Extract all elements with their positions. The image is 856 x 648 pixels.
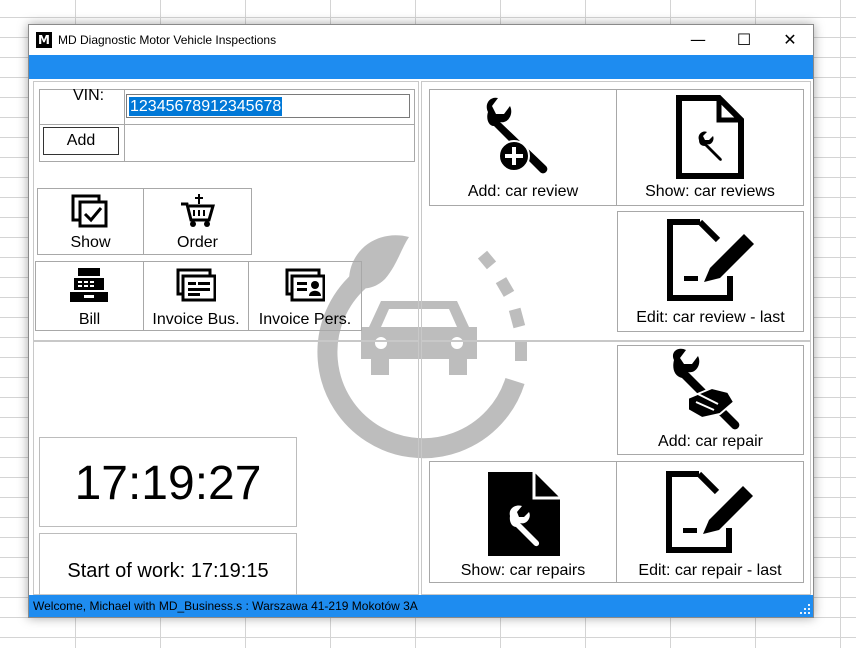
cash-register-icon	[70, 268, 108, 302]
invoice-person-icon	[285, 268, 325, 302]
document-edit-icon	[667, 219, 754, 301]
minimize-button[interactable]: —	[675, 25, 721, 55]
edit-car-repair-last-button[interactable]: Edit: car repair - last	[616, 461, 804, 583]
wrench-plus-icon	[486, 97, 548, 174]
invoice-person-button[interactable]: Invoice Pers.	[248, 261, 362, 331]
edit-car-review-last-label: Edit: car review - last	[636, 309, 785, 326]
app-window: M MD Diagnostic Motor Vehicle Inspection…	[28, 24, 814, 618]
add-car-repair-button[interactable]: Add: car repair	[617, 345, 804, 455]
start-of-work-text: Start of work: 17:19:15	[67, 560, 269, 582]
document-edit-icon	[666, 471, 753, 553]
add-vin-button[interactable]: Add	[43, 127, 119, 155]
wrench-hand-icon	[672, 348, 740, 430]
document-wrench-filled-icon	[488, 472, 560, 556]
show-car-repairs-label: Show: car repairs	[460, 562, 586, 579]
add-car-review-label: Add: car review	[467, 183, 579, 200]
invoice-person-label: Invoice Pers.	[258, 311, 352, 328]
edit-car-review-last-button[interactable]: Edit: car review - last	[617, 211, 804, 332]
show-car-reviews-button[interactable]: Show: car reviews	[616, 89, 804, 206]
maximize-button[interactable]: ☐	[721, 25, 767, 55]
invoice-business-button[interactable]: Invoice Bus.	[143, 261, 249, 331]
app-logo-icon: M	[36, 32, 52, 48]
resize-grip-icon[interactable]	[800, 604, 810, 614]
bill-label: Bill	[78, 311, 101, 328]
title-bar[interactable]: M MD Diagnostic Motor Vehicle Inspection…	[29, 25, 813, 55]
show-car-reviews-label: Show: car reviews	[645, 183, 775, 200]
menu-band	[29, 55, 813, 79]
window-title: MD Diagnostic Motor Vehicle Inspections	[58, 33, 277, 47]
invoice-business-label: Invoice Bus.	[152, 311, 240, 328]
add-car-review-button[interactable]: Add: car review	[429, 89, 617, 206]
checkbox-doc-icon	[71, 194, 108, 228]
status-bar: Welcome, Michael with MD_Business.s : Wa…	[29, 595, 813, 617]
show-car-repairs-button[interactable]: Show: car repairs	[429, 461, 617, 583]
current-time: 17:19:27	[74, 457, 262, 510]
show-label: Show	[70, 234, 111, 251]
clock-panel: 17:19:27	[39, 437, 297, 527]
vin-input[interactable]	[126, 94, 410, 118]
close-button[interactable]: ✕	[767, 25, 813, 55]
status-text: Welcome, Michael with MD_Business.s : Wa…	[33, 599, 418, 613]
main-panel: VIN: 12345678912345678 Add Show Order	[29, 79, 813, 609]
invoice-business-icon	[176, 268, 216, 302]
document-wrench-icon	[676, 95, 744, 179]
add-car-repair-label: Add: car repair	[658, 433, 763, 450]
order-button[interactable]: Order	[143, 188, 252, 255]
edit-car-repair-last-label: Edit: car repair - last	[638, 562, 782, 579]
cart-icon	[181, 194, 215, 227]
order-label: Order	[177, 234, 218, 251]
show-button[interactable]: Show	[37, 188, 144, 255]
vin-label: VIN:	[73, 87, 105, 104]
bill-button[interactable]: Bill	[35, 261, 144, 331]
